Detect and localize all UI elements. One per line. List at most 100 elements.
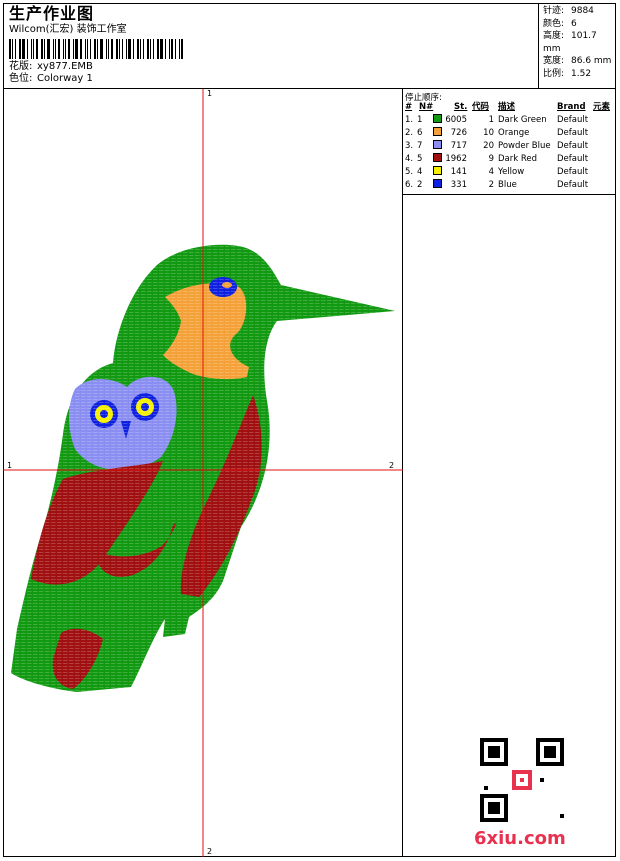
barcode-bar bbox=[128, 39, 131, 59]
barcode-bar bbox=[160, 39, 163, 59]
watermark-site: 6xiu.com bbox=[474, 828, 566, 849]
barcode-bar bbox=[63, 39, 64, 59]
qr-module bbox=[560, 814, 564, 818]
stat-scale: 比例: 1.52 bbox=[543, 68, 616, 81]
col-desc: 描述 bbox=[498, 102, 516, 112]
col-brand: Brand bbox=[557, 102, 586, 112]
barcode-bar bbox=[22, 39, 25, 59]
qr-module bbox=[540, 778, 544, 782]
barcode-bar bbox=[157, 39, 159, 59]
stats-panel: 针迹: 9884 颜色: 6 高度: 101.7 mm 宽度: 86.6 mm 比例: 1… bbox=[538, 3, 616, 88]
stat-label: 颜色: bbox=[543, 18, 565, 29]
cell-code: 9 bbox=[488, 154, 494, 164]
colorway-value: Colorway 1 bbox=[37, 73, 93, 84]
stat-value: 9884 bbox=[571, 6, 594, 16]
barcode-bar bbox=[55, 39, 56, 59]
cell-desc: Dark Red bbox=[498, 154, 538, 164]
color-swatch bbox=[433, 166, 442, 175]
barcode-bar bbox=[179, 39, 180, 59]
barcode-bar bbox=[27, 39, 28, 59]
cell-n: 6 bbox=[417, 128, 423, 138]
table-row: 3. 7 717 20 Powder Blue Default bbox=[403, 140, 616, 153]
cell-st: 726 bbox=[450, 128, 467, 138]
cell-n: 4 bbox=[417, 167, 423, 177]
barcode-bar bbox=[111, 39, 113, 59]
cell-desc: Orange bbox=[498, 128, 530, 138]
barcode-bar bbox=[106, 39, 107, 59]
header-info: 生产作业图 Wilcom(汇宏) 装饰工作室 花版: xy877.EMB 色位: C… bbox=[9, 5, 185, 85]
table-row: 4. 5 1962 9 Dark Red Default bbox=[403, 153, 616, 166]
table-row: 1. 1 6005 1 Dark Green Default bbox=[403, 114, 616, 127]
barcode-bar bbox=[12, 39, 13, 59]
barcode-bar bbox=[143, 39, 144, 59]
stat-value: 86.6 mm bbox=[571, 56, 612, 66]
barcode-bar bbox=[171, 39, 173, 59]
cell-st: 1962 bbox=[445, 154, 467, 164]
axis-label-bottom: 2 bbox=[207, 847, 213, 856]
table-row: 5. 4 141 4 Yellow Default bbox=[403, 166, 616, 179]
barcode bbox=[9, 39, 185, 59]
cell-brand: Default bbox=[557, 167, 589, 177]
barcode-bar bbox=[33, 39, 34, 59]
barcode-bar bbox=[87, 39, 88, 59]
design-value: xy877.EMB bbox=[37, 61, 93, 72]
barcode-bar bbox=[44, 39, 45, 59]
barcode-bar bbox=[9, 39, 11, 59]
stat-label: 比例: bbox=[543, 68, 565, 79]
barcode-bar bbox=[80, 39, 82, 59]
barcode-bar bbox=[90, 39, 91, 59]
qr-module bbox=[488, 746, 500, 758]
page-title: 生产作业图 bbox=[9, 4, 95, 23]
cell-brand: Default bbox=[557, 180, 589, 190]
cell-desc: Yellow bbox=[498, 167, 525, 177]
qr-code bbox=[480, 738, 564, 822]
cell-code: 10 bbox=[483, 128, 494, 138]
stop-sequence-table: 停止顺序: # N# St. 代码 描述 Brand 元素 1. 1 6005 1 Da… bbox=[403, 89, 616, 195]
barcode-bar bbox=[47, 39, 50, 59]
barcode-bar bbox=[153, 39, 154, 59]
cell-st: 331 bbox=[450, 180, 467, 190]
barcode-bar bbox=[15, 39, 16, 59]
cell-brand: Default bbox=[557, 154, 589, 164]
barcode-bar bbox=[41, 39, 43, 59]
barcode-bar bbox=[122, 39, 123, 59]
barcode-bar bbox=[31, 39, 32, 59]
cell-code: 4 bbox=[488, 167, 494, 177]
stat-value: 1.52 bbox=[571, 68, 592, 79]
barcode-bar bbox=[65, 39, 66, 59]
stat-label: 针迹: bbox=[543, 6, 565, 16]
color-swatch bbox=[433, 179, 442, 188]
table-header: # N# St. 代码 描述 Brand 元素 bbox=[403, 101, 616, 114]
cell-code: 2 bbox=[488, 180, 494, 190]
barcode-bar bbox=[68, 39, 70, 59]
cell-brand: Default bbox=[557, 141, 589, 151]
cell-desc: Powder Blue bbox=[498, 141, 551, 151]
cell-idx: 3. bbox=[405, 141, 414, 151]
cell-idx: 5. bbox=[405, 167, 414, 177]
barcode-bar bbox=[97, 39, 98, 59]
cell-n: 5 bbox=[417, 154, 423, 164]
barcode-bar bbox=[116, 39, 118, 59]
axis-label-right: 2 bbox=[389, 461, 395, 470]
header: 生产作业图 Wilcom(汇宏) 装饰工作室 花版: xy877.EMB 色位: C… bbox=[3, 3, 616, 89]
stat-label: 宽度: bbox=[543, 56, 565, 66]
cell-st: 141 bbox=[450, 167, 467, 177]
barcode-bar bbox=[58, 39, 60, 59]
color-swatch bbox=[433, 114, 442, 123]
barcode-bar bbox=[100, 39, 103, 59]
col-n: N# bbox=[419, 102, 434, 112]
qr-module bbox=[544, 746, 556, 758]
company-name: Wilcom(汇宏) 装饰工作室 bbox=[9, 24, 127, 35]
col-elem: 元素 bbox=[593, 102, 611, 112]
colorway-line: 色位: Colorway 1 bbox=[9, 73, 185, 85]
color-swatch bbox=[433, 140, 442, 149]
barcode-bar bbox=[94, 39, 96, 59]
design-label: 花版: bbox=[9, 61, 33, 72]
color-swatch bbox=[433, 153, 442, 162]
cell-st: 6005 bbox=[445, 115, 467, 125]
stat-height: 高度: 101.7 mm bbox=[543, 30, 616, 55]
barcode-bar bbox=[126, 39, 127, 59]
cell-brand: Default bbox=[557, 128, 589, 138]
cell-idx: 6. bbox=[405, 180, 414, 190]
barcode-bar bbox=[119, 39, 120, 59]
